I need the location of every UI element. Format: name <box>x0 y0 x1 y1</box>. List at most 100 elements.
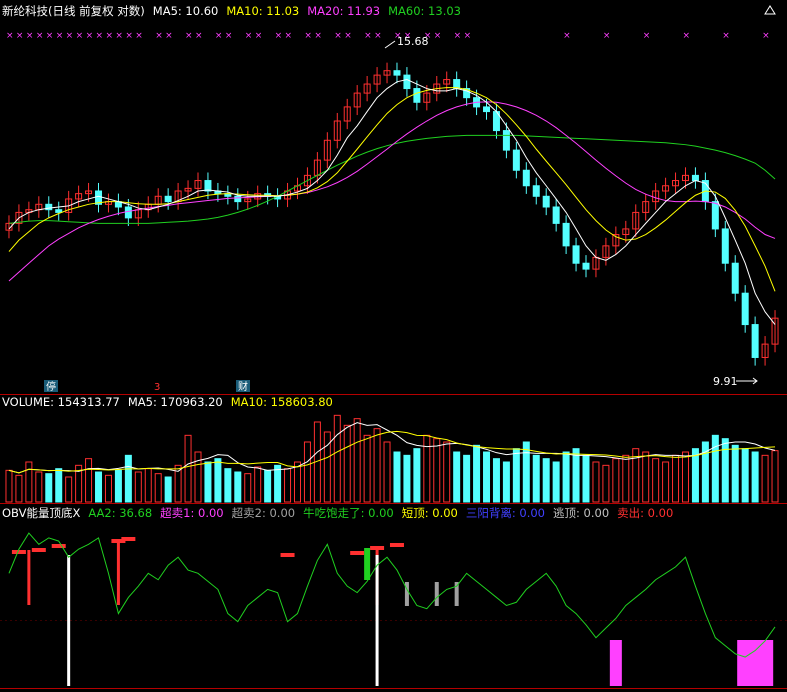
obv-green-bar <box>364 548 371 580</box>
volume-bar <box>532 454 540 503</box>
obv-signal-mark <box>11 550 26 554</box>
volume-bar <box>264 469 272 503</box>
sanyang-value: 三阳背离: 0.00 <box>465 506 545 520</box>
volume-bar <box>542 458 550 503</box>
volume-bar <box>562 451 570 503</box>
volume-bar <box>95 471 103 503</box>
obv-signal-mark <box>31 548 46 552</box>
ma10-value: MA10: 11.03 <box>226 4 300 18</box>
signal-marker: × <box>245 31 253 41</box>
signal-marker: × <box>434 31 442 41</box>
signal-marker: × <box>6 31 14 41</box>
volume-bar <box>731 444 739 503</box>
signal-marker: × <box>682 31 690 41</box>
signal-marker: × <box>135 31 143 41</box>
volume-bar <box>274 464 282 503</box>
volume-bar <box>522 441 530 503</box>
volume-bar <box>234 471 242 503</box>
signal-marker: × <box>603 31 611 41</box>
niuchibao-value: 牛吃饱走了: 0.00 <box>303 506 394 520</box>
volume-bar <box>751 451 759 503</box>
signal-marker: × <box>155 31 163 41</box>
signal-marker: × <box>285 31 293 41</box>
chaomai1-value: 超卖1: 0.00 <box>160 506 224 520</box>
signal-marker: × <box>304 31 312 41</box>
obv-signal-mark <box>350 551 365 555</box>
volume-bar <box>214 458 222 503</box>
chaomai2-value: 超卖2: 0.00 <box>231 506 296 520</box>
volume-bar <box>393 451 401 503</box>
volume-bar <box>463 454 471 503</box>
signal-marker: × <box>26 31 34 41</box>
ma60-value: MA60: 13.03 <box>388 4 461 18</box>
signal-marker: × <box>125 31 133 41</box>
volume-ma10-value: MA10: 158603.80 <box>230 395 333 409</box>
obv-signal-mark <box>51 544 66 548</box>
volume-bar <box>691 448 699 503</box>
ma20-value: MA20: 11.93 <box>307 4 381 18</box>
volume-value: VOLUME: 154313.77 <box>2 395 120 409</box>
volume-header: VOLUME: 154313.77 MA5: 170963.20 MA10: 158… <box>2 395 341 409</box>
volume-bar <box>552 461 560 503</box>
volume-bar <box>204 461 212 503</box>
stock-chart[interactable]: × × × × × × × × × × × × × × × × × × × × × × × × × × × × × × × × × × × × × × × ×… <box>0 0 787 692</box>
volume-bar <box>453 451 461 503</box>
volume-bar <box>582 454 590 503</box>
high-price-label: 15.68 <box>397 35 429 48</box>
volume-bar <box>55 468 63 503</box>
volume-bar <box>741 448 749 503</box>
volume-bar <box>502 461 510 503</box>
event-suspend-label: 停 <box>46 380 56 393</box>
signal-marker: × <box>96 31 104 41</box>
event-three-label[interactable]: 3 <box>154 382 160 393</box>
stock-title: 新纶科技(日线 前复权 对数) <box>2 4 145 18</box>
volume-bar <box>572 448 580 503</box>
maichu-value: 卖出: 0.00 <box>617 506 674 520</box>
signal-marker: × <box>66 31 74 41</box>
signal-marker: × <box>36 31 44 41</box>
volume-bar <box>45 473 53 503</box>
volume-bar <box>512 448 520 503</box>
obv-signal-mark <box>280 553 295 557</box>
signal-marker: × <box>722 31 730 41</box>
volume-ma5-value: MA5: 170963.20 <box>127 395 223 409</box>
obv-signal-mark <box>389 543 404 547</box>
taoding-value: 逃顶: 0.00 <box>553 506 610 520</box>
obv-signal-mark <box>121 537 136 541</box>
signal-marker: × <box>46 31 54 41</box>
signal-marker: × <box>464 31 472 41</box>
low-price-label: 9.91 <box>713 375 738 388</box>
volume-bar <box>473 444 481 503</box>
signal-marker: × <box>165 31 173 41</box>
volume-bar <box>224 468 232 503</box>
signal-marker: × <box>563 31 571 41</box>
signal-marker: × <box>16 31 24 41</box>
signal-marker: × <box>334 31 342 41</box>
signal-marker: × <box>643 31 651 41</box>
signal-marker: × <box>314 31 322 41</box>
volume-bar <box>403 454 411 503</box>
signal-marker: × <box>364 31 372 41</box>
signal-marker: × <box>76 31 84 41</box>
signal-marker: × <box>255 31 263 41</box>
volume-bar <box>492 458 500 503</box>
obv-magenta-block <box>737 640 774 686</box>
event-finance-label: 财 <box>238 380 248 393</box>
volume-bar <box>711 434 719 503</box>
signal-marker: × <box>762 31 770 41</box>
volume-bar <box>413 448 421 503</box>
ma5-value: MA5: 10.60 <box>152 4 219 18</box>
signal-marker: × <box>225 31 233 41</box>
expand-icon[interactable] <box>763 4 777 16</box>
signal-marker: × <box>374 31 382 41</box>
volume-bar <box>483 451 491 503</box>
signal-marker: × <box>56 31 64 41</box>
signal-marker: × <box>275 31 283 41</box>
obv-header: OBV能量顶底X AA2: 36.68 超卖1: 0.00 超卖2: 0.00 牛吃饱走… <box>2 505 681 521</box>
volume-bar <box>114 469 122 503</box>
volume-bar <box>721 438 729 503</box>
signal-marker: × <box>215 31 223 41</box>
price-header: 新纶科技(日线 前复权 对数) MA5: 10.60 MA10: 11.03 MA20… <box>2 3 469 19</box>
signal-marker: × <box>105 31 113 41</box>
volume-bar <box>164 476 172 503</box>
